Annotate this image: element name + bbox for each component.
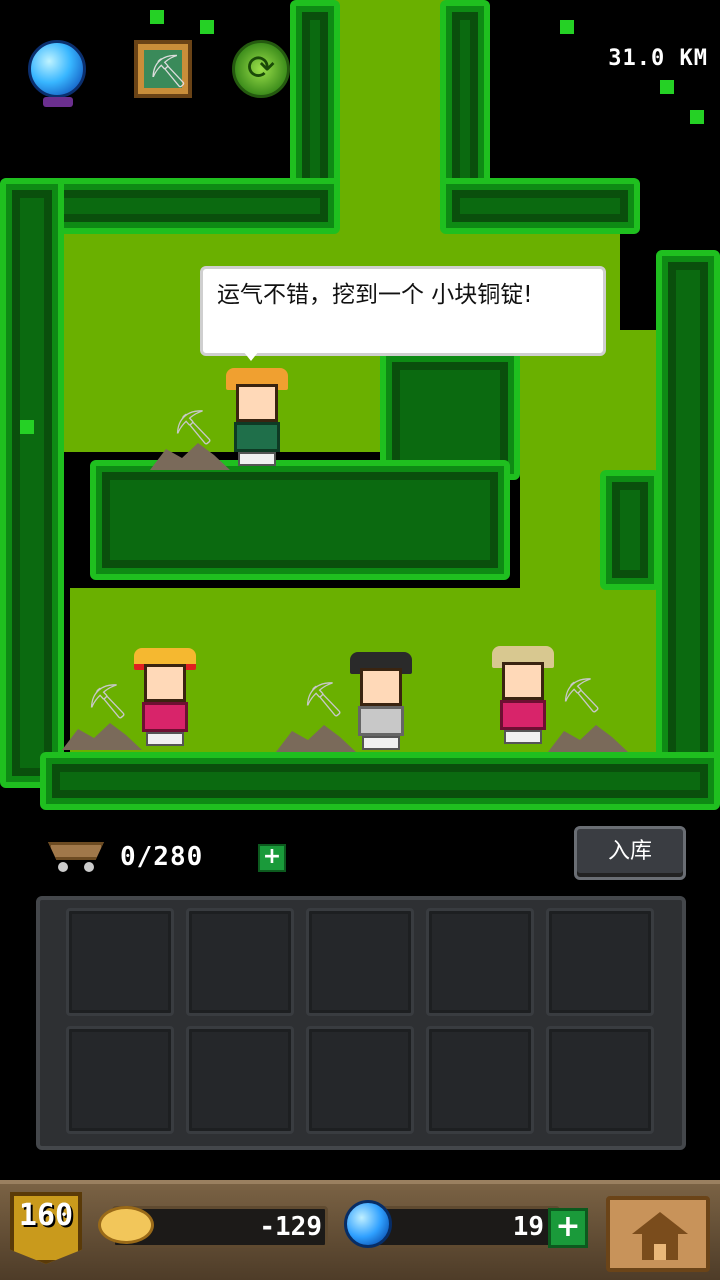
leaf-decoration [690,110,704,124]
cart-wheel [58,862,68,872]
level-value: 160 [18,1198,74,1233]
miner-sun-hat[interactable] [488,646,558,746]
inventory-slot[interactable] [546,1026,654,1134]
miner-head [236,384,278,422]
miner-dark-hair[interactable] [346,652,416,752]
distance-readout: 31.0 KM [608,46,708,71]
hedge-bottom-band [40,752,720,810]
miner-body [142,702,188,732]
game-view[interactable]: ⟳ 31.0 KM 运气不错，挖到一个 小块铜锭! ⛏ ⛏ ⛏ ⛏ [0,0,720,810]
pickaxe-card-icon[interactable] [134,40,192,98]
gold-amount: -129 [259,1212,322,1242]
inventory-slot[interactable] [426,1026,534,1134]
leaf-decoration [150,10,164,24]
miner-legs [362,736,400,750]
hedge-right-wall [656,250,720,790]
inventory-slot[interactable] [546,908,654,1016]
hedge-right-top [440,0,490,200]
inventory-slot[interactable] [306,1026,414,1134]
leaf-decoration [20,420,34,434]
pickaxe-icon: ⛏ [302,680,346,720]
pickaxe-icon: ⛏ [172,408,216,448]
hedge-left-top [290,0,340,200]
crystal-ball-icon[interactable] [28,40,86,107]
home-icon [632,1212,688,1234]
miner-top[interactable] [222,368,292,468]
miner-head [360,668,402,706]
hedge-middle-band [90,460,510,580]
mine-cart-icon [48,838,104,874]
store-button[interactable]: 入库 [574,826,686,880]
inventory-slot[interactable] [186,908,294,1016]
hedge-top-band-right [440,178,640,234]
miner-legs [238,452,276,466]
inventory-slot[interactable] [66,1026,174,1134]
pickaxe-icon: ⛏ [86,682,130,722]
miner-body [234,422,280,452]
cart-capacity: 0/280 [120,842,204,872]
add-capacity-button[interactable]: + [258,844,286,872]
refresh-coin-icon[interactable]: ⟳ [232,40,290,98]
pickaxe-icon: ⛏ [560,676,604,716]
hedge-left-wall [0,178,64,788]
miner-head [502,662,544,700]
inventory-slot[interactable] [426,908,534,1016]
home-button[interactable] [606,1196,710,1272]
speech-bubble: 运气不错，挖到一个 小块铜锭! [200,266,606,361]
leaf-decoration [660,80,674,94]
miner-legs [504,730,542,744]
gold-coin-icon [98,1206,154,1244]
inventory-slot[interactable] [66,908,174,1016]
blue-gem-icon [344,1200,392,1248]
miner-straw-hat[interactable] [130,648,200,748]
miner-legs [146,732,184,746]
miner-head [144,664,186,702]
miner-body [500,700,546,730]
inventory-panel [36,896,686,1150]
cart-wheel [84,862,94,872]
hedge-right-inner [600,470,660,590]
cart-tray [48,842,104,860]
inventory-slot[interactable] [306,908,414,1016]
gem-amount: 19 [512,1212,544,1242]
miner-body [358,706,404,736]
leaf-decoration [200,20,214,34]
add-gems-button[interactable]: + [548,1208,588,1248]
inventory-slot[interactable] [186,1026,294,1134]
leaf-decoration [560,20,574,34]
home-icon-door [654,1244,666,1260]
